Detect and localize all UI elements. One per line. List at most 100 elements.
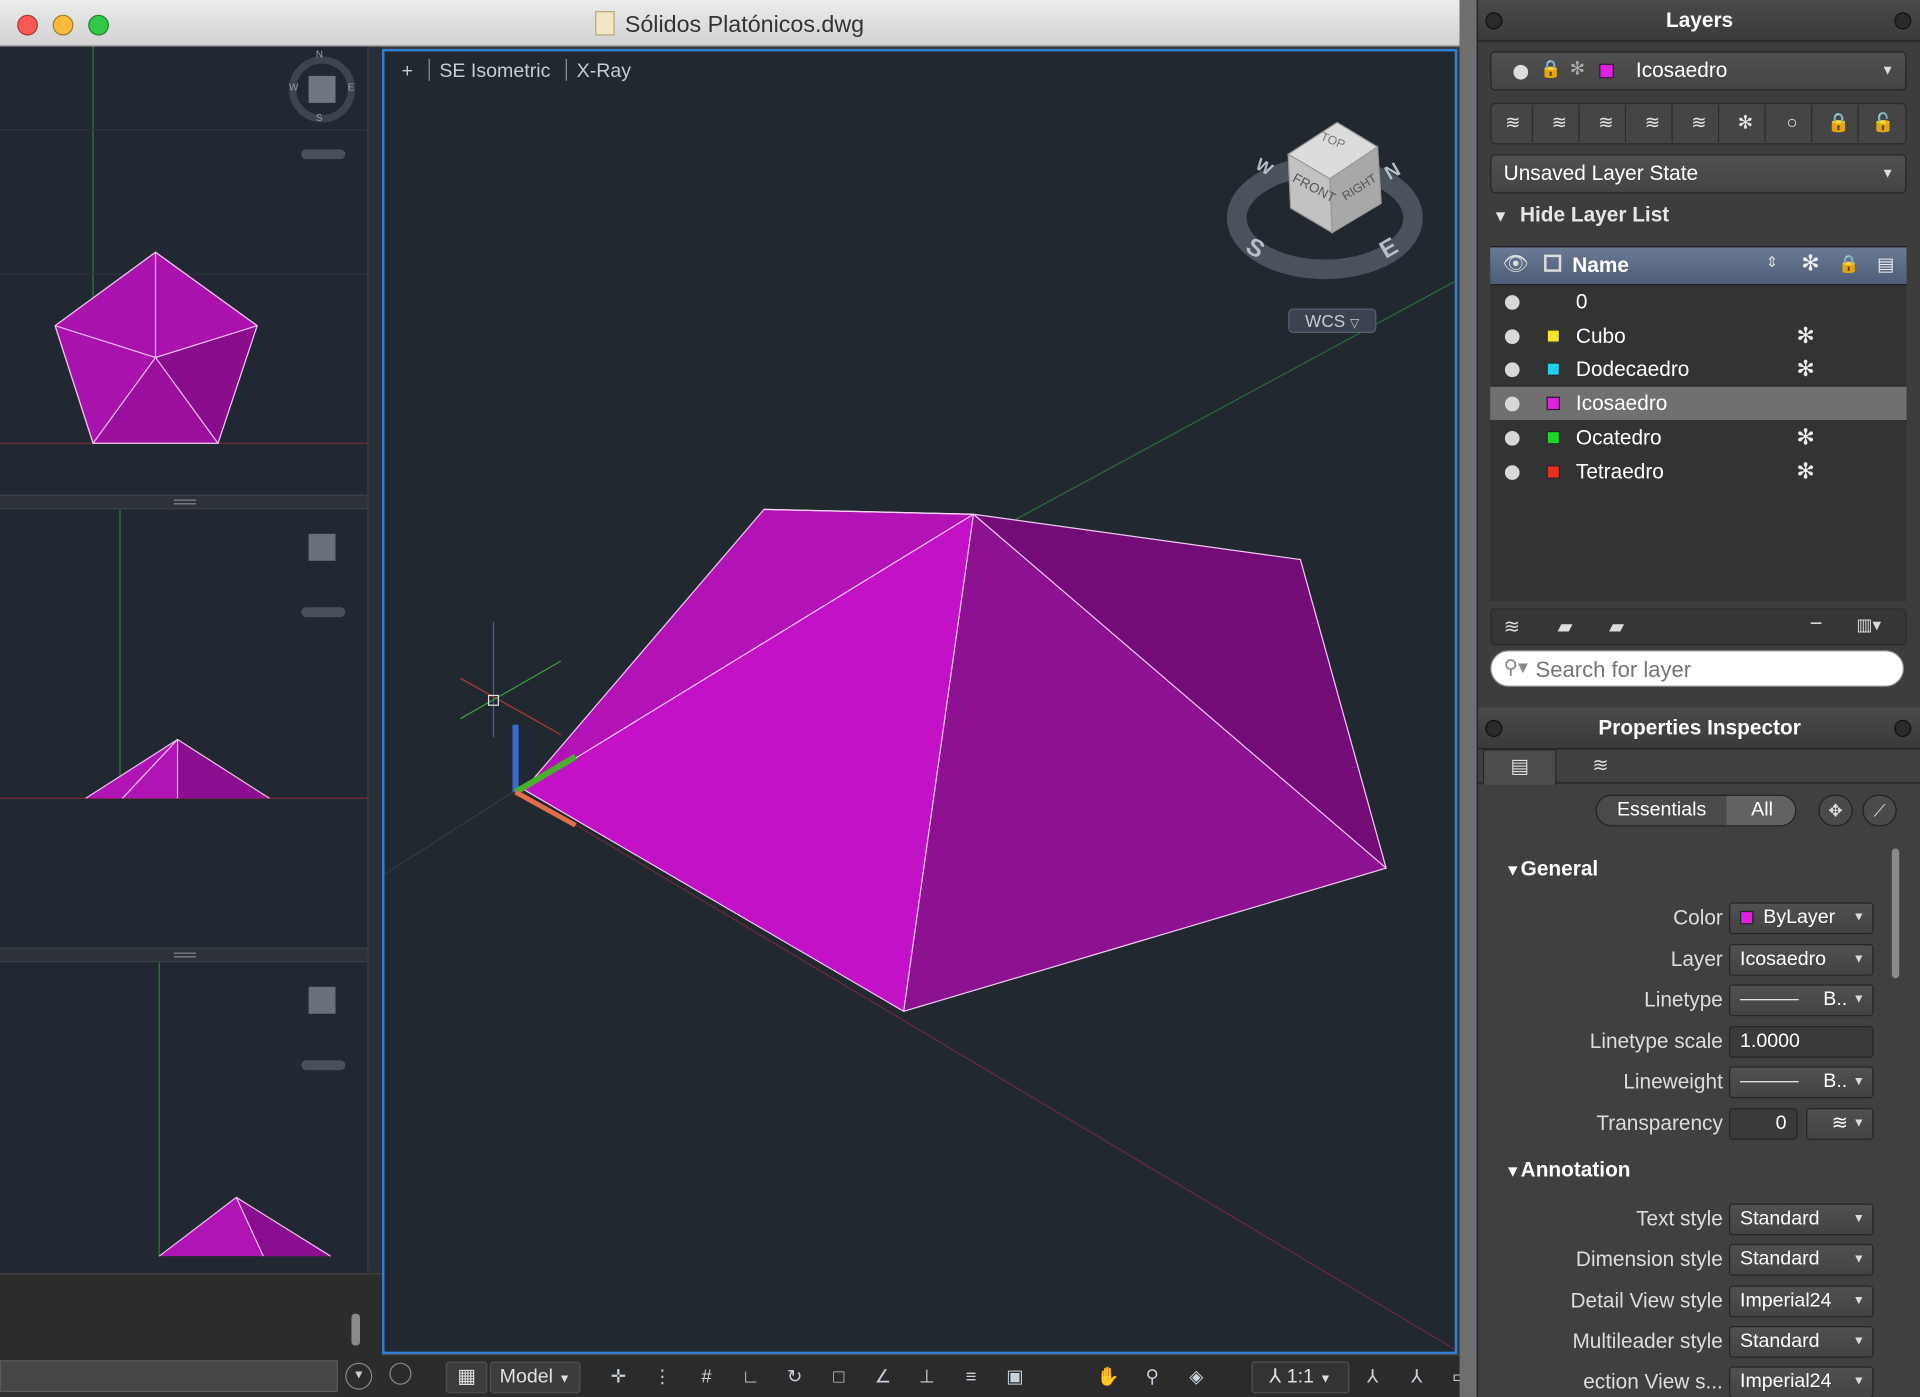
layer-row[interactable]: 0 (1490, 285, 1906, 318)
palette-collapse-icon[interactable] (1894, 12, 1912, 30)
hide-layer-list-toggle[interactable]: ▼ Hide Layer List (1493, 203, 1670, 227)
multileader-style-dropdown[interactable]: Standard ▼ (1728, 1325, 1874, 1358)
layer-tool-icon[interactable]: ≋ (1540, 105, 1580, 143)
layer-tool-icon[interactable]: ≋ (1633, 105, 1673, 143)
visibility-dot-icon[interactable] (1504, 328, 1520, 344)
view-splitter[interactable] (0, 494, 375, 510)
layer-color-swatch[interactable] (1546, 430, 1561, 445)
new-layer-icon[interactable]: ≋ (1504, 615, 1520, 639)
polar-icon[interactable]: ↻ (781, 1364, 808, 1391)
visibility-dot-icon[interactable] (1504, 464, 1520, 480)
current-layer-dropdown[interactable]: 🔒 ✻ Icosaedro ▼ (1490, 51, 1907, 91)
top-view[interactable]: N S E W (0, 46, 370, 495)
navbar-toggle-icon[interactable] (301, 1060, 346, 1071)
osnap-icon[interactable]: □ (825, 1364, 852, 1391)
visibility-dot-icon[interactable] (1504, 295, 1520, 310)
mini-viewcube-icon[interactable] (308, 533, 336, 561)
layer-color-swatch[interactable] (1546, 328, 1561, 343)
freeze-icon[interactable]: ✻ (1796, 421, 1814, 454)
section-view-style-dropdown[interactable]: Imperial24 ▼ (1728, 1366, 1874, 1397)
wcs-menu[interactable]: WCS ▽ (1288, 308, 1377, 334)
palette-collapse-icon[interactable] (1894, 719, 1912, 738)
viewcube[interactable]: TOP FRONT RIGHT N S E W (1224, 108, 1432, 316)
layer-color-swatch[interactable] (1546, 464, 1561, 479)
mini-viewcube-icon[interactable] (308, 986, 336, 1014)
general-section-header[interactable]: ▼General (1505, 857, 1598, 881)
orbit-icon[interactable]: ◈ (1183, 1364, 1210, 1391)
zoom-icon[interactable]: ⚲ (1139, 1364, 1166, 1391)
layer-row[interactable]: Cubo ✻ (1490, 319, 1906, 352)
tab-all[interactable]: All (1726, 795, 1796, 826)
transparency-field[interactable]: 0 (1728, 1108, 1798, 1140)
lock-column-icon[interactable]: 🔒 (1838, 253, 1859, 274)
ortho-icon[interactable]: ∟ (737, 1364, 764, 1391)
layer-unlock-icon[interactable]: 🔓 (1864, 105, 1903, 142)
layers-tab-icon[interactable]: ≋ (1564, 749, 1637, 783)
annotation-section-header[interactable]: ▼Annotation (1505, 1158, 1631, 1182)
layer-search[interactable]: ⚲▾ (1490, 650, 1905, 687)
command-scrollbar[interactable] (351, 1313, 361, 1346)
layer-row[interactable]: Dodecaedro ✻ (1490, 353, 1906, 386)
otrack-icon[interactable]: ∠ (869, 1364, 896, 1391)
new-filter-icon[interactable]: ▰ (1609, 615, 1624, 639)
new-group-icon[interactable]: ▰ (1558, 615, 1573, 639)
tab-essentials[interactable]: Essentials (1597, 796, 1727, 825)
lineweight-dropdown[interactable]: B.. ▼ (1728, 1066, 1874, 1099)
layer-tool-icon[interactable]: ≋ (1587, 105, 1627, 143)
navbar-toggle-icon[interactable] (301, 149, 346, 160)
visibility-dot-icon[interactable] (1504, 430, 1520, 446)
visibility-dot-icon[interactable] (1504, 396, 1520, 412)
name-column-header[interactable]: Name (1572, 253, 1629, 277)
viewport-menu-button[interactable]: + (402, 61, 413, 82)
palette-close-icon[interactable] (1485, 12, 1503, 30)
text-style-dropdown[interactable]: Standard ▼ (1728, 1203, 1874, 1236)
snap-icon[interactable]: ⋮ (649, 1364, 676, 1391)
layer-lock-icon[interactable]: 🔒 (1820, 105, 1859, 143)
model-tab[interactable]: Model ▼ (489, 1361, 581, 1394)
detail-view-style-dropdown[interactable]: Imperial24 ▼ (1728, 1285, 1874, 1318)
view-name-control[interactable]: SE Isometric (439, 61, 550, 82)
freeze-icon[interactable]: ✻ (1796, 455, 1814, 488)
transparency-icon[interactable]: ▣ (1002, 1364, 1029, 1391)
grid-icon[interactable]: # (693, 1364, 720, 1391)
quick-select-icon[interactable]: ✥ (1818, 794, 1853, 827)
layer-color-swatch[interactable] (1546, 362, 1561, 377)
linetype-dropdown[interactable]: B.. ▼ (1728, 984, 1874, 1017)
infer-constraints-icon[interactable]: ✛ (605, 1364, 632, 1391)
freeze-icon[interactable]: ✻ (1796, 319, 1814, 352)
lineweight-icon[interactable]: ≡ (958, 1364, 985, 1391)
auto-scale-icon[interactable]: ⅄ (1403, 1364, 1430, 1391)
annotation-visibility-icon[interactable]: ⅄ (1359, 1364, 1386, 1391)
command-line[interactable]: ▼ (0, 1273, 383, 1397)
linetype-scale-field[interactable]: 1.0000 (1728, 1025, 1874, 1058)
view-splitter[interactable] (0, 947, 375, 963)
status-menu-icon[interactable] (389, 1362, 412, 1385)
plot-column-icon[interactable]: ▤ (1877, 253, 1894, 276)
left-splitter[interactable] (367, 46, 383, 1271)
right-view[interactable] (0, 962, 370, 1274)
object-tab-icon[interactable]: ▤ (1482, 749, 1557, 785)
navbar-toggle-icon[interactable] (301, 607, 346, 618)
freeze-icon[interactable]: ✻ (1796, 353, 1814, 386)
visibility-dot-icon[interactable] (1504, 362, 1520, 378)
pan-icon[interactable]: ✋ (1095, 1364, 1122, 1391)
front-view[interactable] (0, 509, 370, 948)
layer-freeze-icon[interactable]: ✻ (1727, 105, 1766, 143)
annotation-scale[interactable]: ⅄ 1:1 ▼ (1251, 1361, 1350, 1394)
freeze-column-icon[interactable]: ✻ (1801, 251, 1819, 277)
color-dropdown[interactable]: ByLayer ▼ (1728, 902, 1874, 935)
command-input[interactable] (0, 1360, 338, 1393)
layer-tool-icon[interactable]: ≋ (1680, 105, 1720, 143)
transparency-bylayer-dropdown[interactable]: ≋ ▼ (1806, 1108, 1874, 1140)
layer-state-dropdown[interactable]: Unsaved Layer State ▼ (1490, 154, 1907, 194)
pick-object-icon[interactable]: ⟋ (1862, 794, 1897, 827)
layout-grid-icon[interactable]: ▦ (445, 1361, 488, 1394)
layer-row[interactable]: Icosaedro (1490, 387, 1907, 421)
palette-close-icon[interactable] (1485, 719, 1503, 738)
command-history-icon[interactable]: ▼ (345, 1362, 373, 1390)
layer-color-swatch[interactable] (1546, 396, 1561, 411)
inspector-scrollbar[interactable] (1891, 848, 1900, 979)
ducs-icon[interactable]: ⊥ (913, 1364, 940, 1391)
sort-icon[interactable]: ⇕ (1766, 253, 1778, 270)
layer-row[interactable]: Ocatedro ✻ (1490, 421, 1906, 454)
